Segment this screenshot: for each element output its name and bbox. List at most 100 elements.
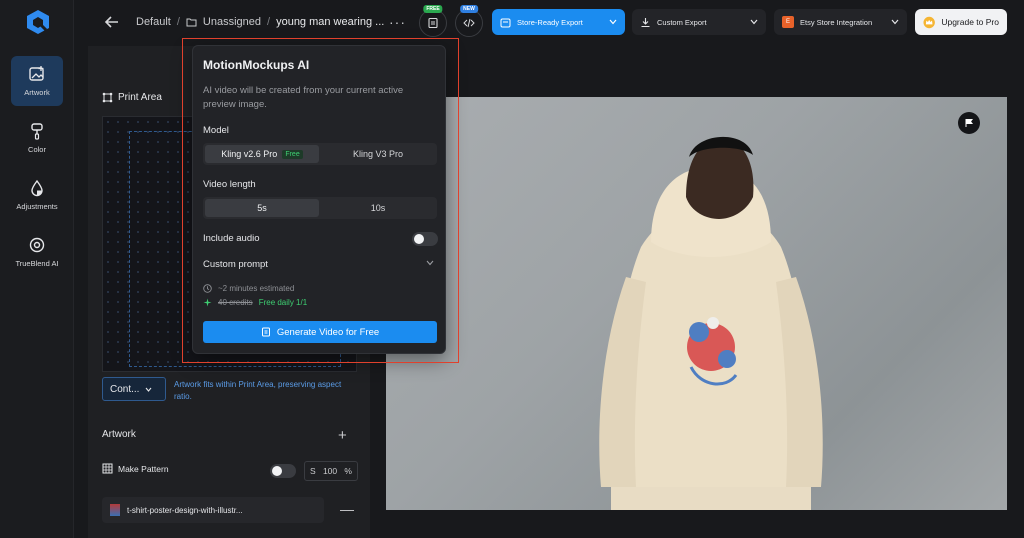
breadcrumb-unassigned[interactable]: Unassigned [203,16,261,28]
model-hoodie-image [599,136,823,510]
scale-value: 100 [322,466,338,476]
make-pattern-label: Make Pattern [118,463,169,474]
clock-icon [203,284,212,293]
chevron-down-icon [750,19,758,25]
chevron-down-icon [891,19,899,25]
length-option-5s[interactable]: 5s [205,199,319,217]
breadcrumb-default[interactable]: Default [136,16,171,28]
include-audio-toggle[interactable] [412,232,438,246]
store-ready-export-label: Store-Ready Export [517,17,583,27]
artwork-thumbnail [110,504,120,516]
generate-video-button[interactable]: Generate Video for Free [203,321,437,343]
time-estimate: ~2 minutes estimated [218,284,295,293]
model-label: Model [203,125,229,136]
make-pattern-toggle[interactable] [270,464,296,478]
include-audio-label: Include audio [203,233,260,244]
new-badge: NEW [460,5,478,13]
gear-icon [29,237,45,253]
artwork-list-item[interactable]: t-shirt-poster-design-with-illustr... [102,497,324,523]
etsy-logo-icon: E [782,16,794,28]
rail-item-color[interactable]: Color [11,113,63,163]
flag-button[interactable] [958,112,980,134]
rail-item-adjustments[interactable]: Adjustments [11,170,63,220]
crown-icon [923,16,935,28]
rail-label: Artwork [24,88,50,97]
artwork-filename: t-shirt-poster-design-with-illustr... [127,505,243,515]
artwork-section-title: Artwork [102,429,136,440]
fit-mode-select[interactable]: Cont... [102,377,166,401]
mockup-preview[interactable] [386,97,1007,510]
video-length-label: Video length [203,179,256,190]
code-icon [463,18,475,28]
upgrade-label: Upgrade to Pro [941,17,999,27]
remove-artwork-button[interactable]: — [340,501,354,517]
droplet-icon [31,179,43,197]
generate-video-label: Generate Video for Free [276,326,380,338]
etsy-integration-button[interactable]: E Etsy Store Integration [774,9,907,35]
app-logo-icon[interactable] [24,8,52,36]
flag-icon [965,119,973,127]
breadcrumb: Default / Unassigned / young man wearing… [136,16,384,28]
left-rail: Artwork Color Adjustments TrueBlend AI [0,0,74,538]
breadcrumb-current: young man wearing ... [276,16,385,28]
custom-prompt-label[interactable]: Custom prompt [203,259,268,270]
scale-unit: % [344,466,352,476]
print-area-title: Print Area [102,92,162,103]
print-area-icon [102,92,113,103]
store-ready-export-button[interactable]: Store-Ready Export [492,9,625,35]
credits-free: Free daily 1/1 [258,298,308,307]
length-option-label: 5s [257,203,267,213]
rail-label: Color [28,145,46,154]
motion-ai-popup: MotionMockups AI AI video will be create… [192,45,446,354]
embed-code-button[interactable]: NEW [455,5,483,37]
chevron-down-icon [609,19,617,25]
etsy-integration-label: Etsy Store Integration [800,17,873,27]
back-arrow-icon[interactable] [104,14,120,30]
model-option-label: Kling v2.6 Pro [221,149,278,159]
sparkle-icon [203,298,212,307]
video-length-selector: 5s 10s [203,197,437,219]
motion-ai-button[interactable]: FREE [419,5,447,37]
popup-title: MotionMockups AI [203,58,310,72]
fit-mode-value: Cont... [110,383,140,395]
video-file-icon [261,327,270,337]
chevron-down-icon [146,387,152,392]
chevron-down-icon[interactable] [426,260,434,266]
rail-label: Adjustments [16,202,58,211]
folder-icon [186,18,197,27]
make-pattern-row: Make Pattern [102,463,169,474]
custom-export-button[interactable]: Custom Export [632,9,766,35]
rail-item-trueblend[interactable]: TrueBlend AI [11,227,63,277]
free-badge: Free [282,149,303,159]
fit-description: Artwork fits within Print Area, preservi… [174,380,342,401]
length-option-10s[interactable]: 10s [321,199,435,217]
add-artwork-button[interactable]: + [338,427,347,444]
video-file-icon [428,17,438,29]
download-icon [641,17,650,27]
model-option-label: Kling V3 Pro [352,149,404,159]
store-icon [500,18,511,27]
pattern-grid-icon [102,463,113,474]
upgrade-to-pro-button[interactable]: Upgrade to Pro [915,9,1007,35]
scale-prefix: S [310,466,316,476]
rail-label: TrueBlend AI [15,259,59,268]
length-option-label: 10s [370,203,386,213]
breadcrumb-separator: / [176,16,180,28]
model-selector: Kling v2.6 Pro Free Kling V3 Pro [203,143,437,165]
brush-icon [31,123,43,140]
popup-description: AI video will be created from your curre… [203,85,404,110]
more-options-icon[interactable]: ··· [389,14,406,30]
top-bar: Default / Unassigned / young man wearing… [74,0,1024,46]
print-area-label: Print Area [118,92,162,103]
credits-row: 40 credits Free daily 1/1 [203,298,307,307]
model-option-kling-v3[interactable]: Kling V3 Pro [321,145,435,163]
time-estimate-row: ~2 minutes estimated [203,284,294,293]
credits-original: 40 credits [218,298,253,307]
breadcrumb-separator: / [267,16,271,28]
rail-item-artwork[interactable]: Artwork [11,56,63,106]
custom-export-label: Custom Export [657,17,707,27]
scale-input[interactable]: S 100 % [304,461,358,481]
artwork-icon [29,66,44,81]
model-option-kling-2-6[interactable]: Kling v2.6 Pro Free [205,145,319,163]
free-badge: FREE [423,5,443,13]
